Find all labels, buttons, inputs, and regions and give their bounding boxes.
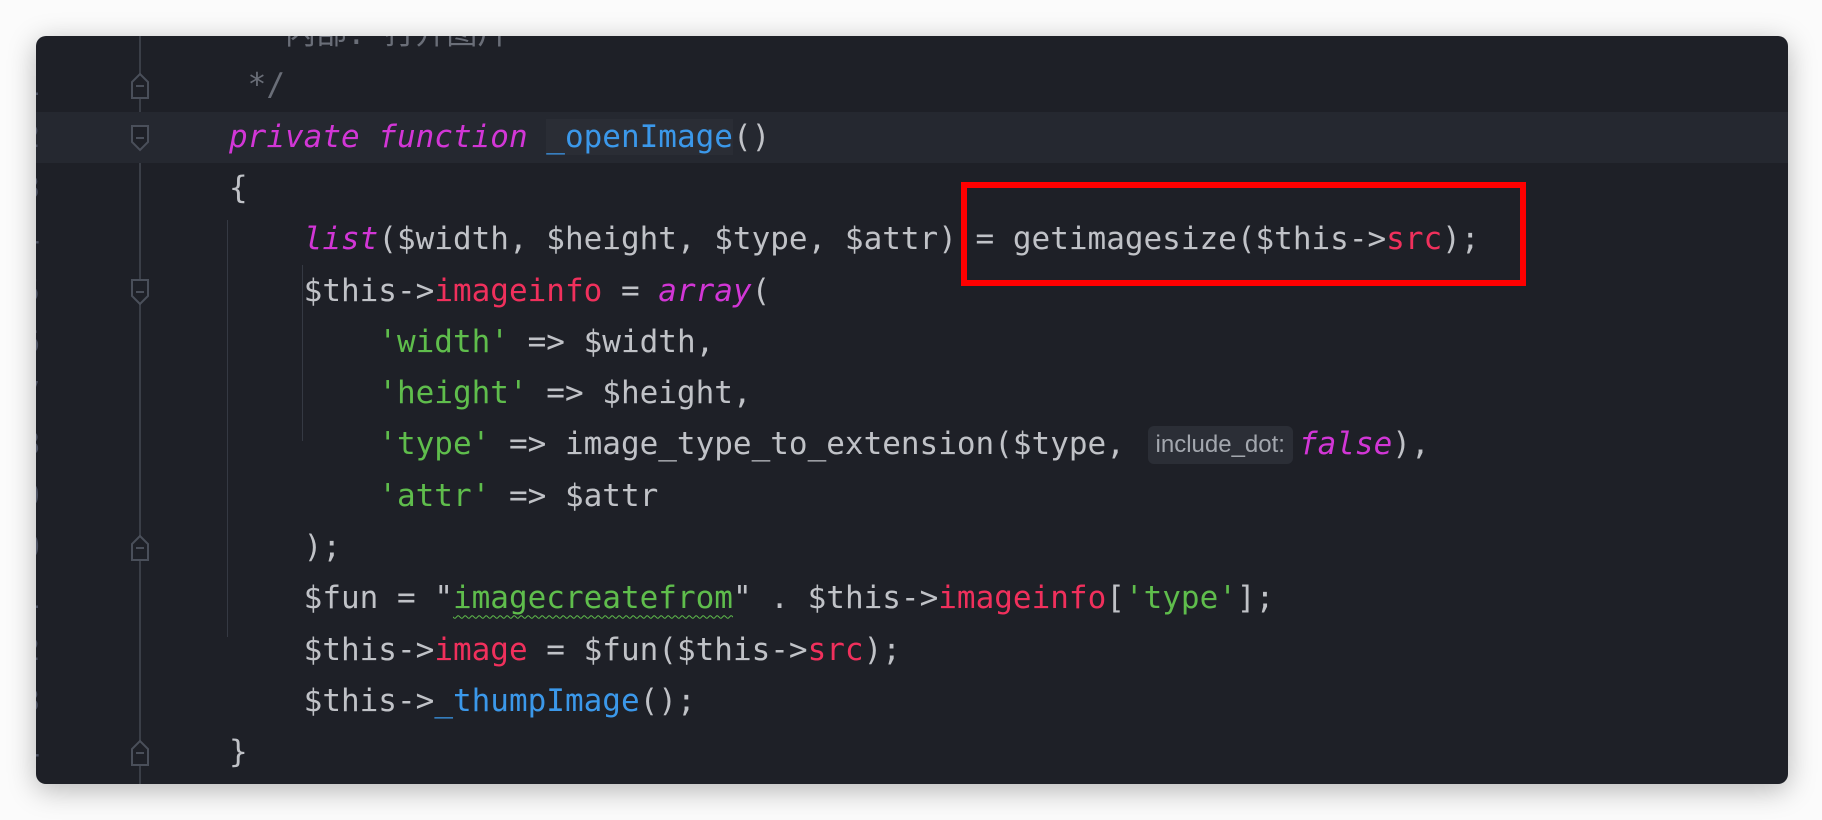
code-line-text: 'height' => $height, [229, 368, 752, 419]
line-number: 9 [36, 471, 40, 522]
code-line[interactable]: 8 'type' => image_type_to_extension($typ… [36, 419, 1788, 470]
line-number: 3 [36, 676, 40, 727]
line-number: 4 [36, 214, 40, 265]
fold-collapse-icon[interactable] [130, 124, 150, 152]
code-token: } [229, 734, 248, 771]
line-number: 6 [36, 317, 40, 368]
line-number: 4 [36, 727, 40, 778]
code-token: list [303, 221, 379, 258]
code-token: = $fun($this-> [527, 631, 808, 668]
code-token: => $height, [527, 375, 752, 412]
code-token: image [434, 631, 528, 668]
fold-collapse-icon[interactable] [130, 278, 150, 306]
code-token: => image_type_to_extension($type, [490, 426, 1144, 463]
code-token: { [229, 169, 248, 206]
code-token: _thumpImage [434, 682, 640, 719]
code-line-text: * 内部: 打开图片 [229, 36, 509, 60]
line-number: 7 [36, 368, 40, 419]
code-line-text: } [229, 727, 248, 778]
line-number: 1 [36, 60, 40, 111]
code-token: imageinfo [938, 580, 1107, 617]
line-number: 0 [36, 36, 40, 60]
code-line-text: $this->_thumpImage(); [229, 676, 696, 727]
code-line-text: */ [229, 60, 285, 111]
code-token: (); [639, 682, 696, 719]
code-token: => $width, [508, 323, 715, 360]
code-line[interactable]: 6 'width' => $width, [36, 317, 1788, 368]
line-number: 2 [36, 625, 40, 676]
code-token: imageinfo [434, 272, 603, 309]
code-line[interactable]: 1 */ [36, 60, 1788, 111]
code-token: 'attr' [378, 477, 491, 514]
parameter-inlay-hint: include_dot: [1147, 426, 1293, 465]
line-number: 5 [36, 266, 40, 317]
code-line-text: $this->imageinfo = array( [229, 266, 771, 317]
code-token: false [1298, 426, 1393, 463]
code-token: 'height' [378, 375, 528, 412]
code-line-text: $this->image = $fun($this->src); [229, 625, 901, 676]
code-token: $this-> [229, 631, 435, 668]
code-line-text: 'type' => image_type_to_extension($type,… [229, 419, 1430, 470]
code-token: 'type' [1124, 580, 1237, 617]
code-token: $fun = [229, 580, 435, 617]
code-line[interactable]: 7 'height' => $height, [36, 368, 1788, 419]
code-editor-window: 0 * 内部: 打开图片1 */2private function _openI… [36, 36, 1788, 784]
code-token: ), [1392, 426, 1430, 463]
code-token: " [732, 580, 752, 617]
code-line-text: $fun = "imagecreatefrom" . $this->imagei… [229, 573, 1275, 624]
code-line[interactable]: 2 private function _openImage() [36, 111, 1788, 163]
line-number: 1 [36, 573, 40, 624]
code-token: ); [229, 529, 341, 565]
code-token: = [602, 272, 659, 309]
code-line[interactable]: 4} [36, 727, 1788, 778]
code-token: 'width' [378, 323, 509, 360]
code-token: _openImage [546, 118, 733, 155]
indent-guide [227, 220, 228, 637]
code-line-text: 'attr' => $attr [229, 471, 658, 522]
fold-end-icon[interactable] [130, 72, 150, 100]
fold-end-icon[interactable] [130, 739, 150, 767]
code-token: " [434, 580, 453, 617]
code-token: imagecreatefrom [452, 580, 733, 617]
code-line-text: ); [229, 522, 341, 573]
line-number: 2 [36, 112, 40, 163]
code-token: ( [751, 272, 771, 309]
line-number: 3 [36, 163, 40, 214]
fold-end-icon[interactable] [130, 534, 150, 562]
code-token: $this-> [229, 682, 435, 719]
code-token: $this-> [229, 272, 435, 309]
indent-guide [302, 265, 303, 441]
code-token: array [658, 272, 752, 309]
code-line[interactable]: 3 $this->_thumpImage(); [36, 676, 1788, 727]
code-token: 'type' [378, 426, 491, 463]
code-token: src [807, 631, 864, 668]
code-token: private function [229, 118, 528, 155]
code-token: ); [863, 631, 901, 668]
highlight-annotation-box [961, 182, 1526, 286]
code-line[interactable]: 2 $this->image = $fun($this->src); [36, 625, 1788, 676]
line-number: 0 [36, 522, 40, 573]
code-token: => $attr [490, 477, 659, 514]
code-token: . $this-> [751, 580, 939, 617]
code-token: () [732, 118, 771, 155]
code-line-text: { [229, 163, 248, 214]
code-line[interactable]: 0 * 内部: 打开图片 [36, 36, 1788, 60]
code-line[interactable]: 9 'attr' => $attr [36, 471, 1788, 522]
code-line-text: private function _openImage() [229, 112, 770, 163]
code-token: */ [229, 67, 285, 104]
code-token: [ [1106, 580, 1125, 617]
line-number: 8 [36, 419, 40, 470]
code-token: ]; [1236, 580, 1275, 617]
code-token: * 内部: 打开图片 [229, 36, 509, 52]
code-line[interactable]: 1 $fun = "imagecreatefrom" . $this->imag… [36, 573, 1788, 624]
code-line[interactable]: 0 ); [36, 522, 1788, 573]
